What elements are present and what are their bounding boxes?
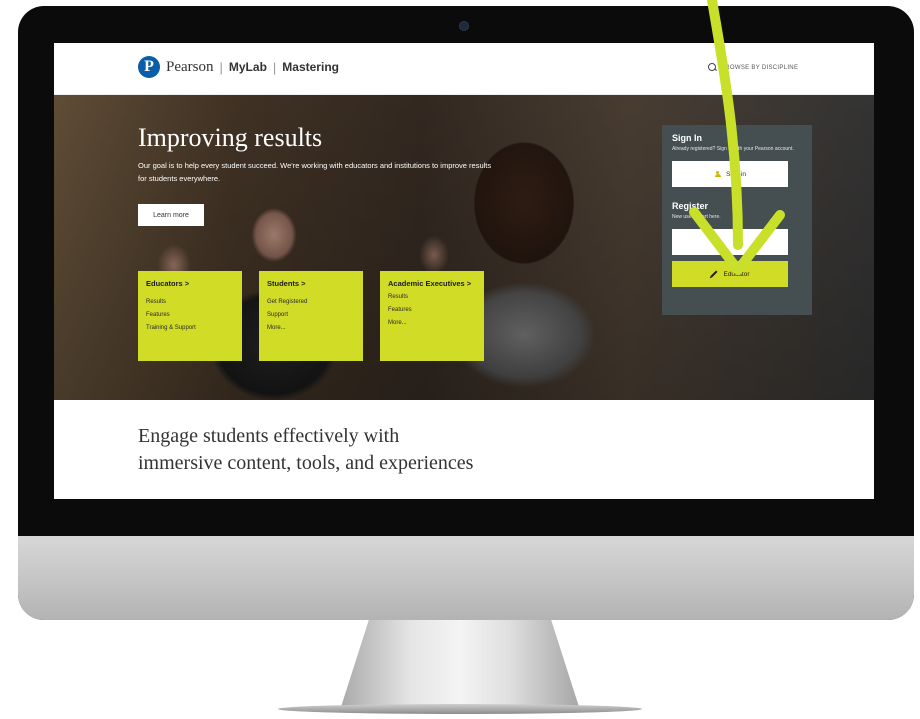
learn-more-button[interactable]: Learn more	[138, 204, 204, 226]
hero-title: Improving results	[138, 123, 323, 152]
hero-banner: Improving results Our goal is to help ev…	[54, 95, 874, 400]
product-mastering: Mastering	[282, 60, 339, 74]
brand-name: Pearson	[166, 58, 214, 75]
signin-button-label: Sign in	[726, 170, 746, 178]
educators-results-link[interactable]: Results	[146, 299, 234, 305]
educators-features-link[interactable]: Features	[146, 312, 234, 318]
executives-more-link[interactable]: More...	[388, 320, 476, 326]
students-register-link[interactable]: Get Registered	[267, 299, 355, 305]
students-support-link[interactable]: Support	[267, 312, 355, 318]
monitor-chin	[18, 536, 914, 620]
user-icon	[714, 170, 721, 178]
browse-label: BROWSE BY DISCIPLINE	[721, 64, 799, 71]
product-mylab: MyLab	[228, 60, 267, 74]
pearson-p-icon: P	[138, 56, 160, 78]
signin-description: Already registered? Sign in with your Pe…	[672, 146, 794, 152]
executives-features-link[interactable]: Features	[388, 307, 476, 313]
educator-button-label: Educator	[723, 270, 750, 278]
register-description: New user? Start here.	[672, 214, 721, 220]
students-card[interactable]: Students > Get Registered Support More..…	[259, 271, 363, 361]
signin-heading: Sign In	[672, 133, 702, 143]
students-card-title[interactable]: Students >	[267, 279, 355, 289]
monitor-frame: P Pearson | MyLab | Mastering BROWSE BY …	[18, 6, 914, 620]
register-educator-button[interactable]: Educator	[672, 261, 788, 287]
browse-by-discipline-link[interactable]: BROWSE BY DISCIPLINE	[708, 63, 798, 72]
pencil-icon	[710, 270, 719, 278]
site-header: P Pearson | MyLab | Mastering BROWSE BY …	[54, 43, 874, 95]
camera-icon	[459, 21, 469, 31]
register-student-button[interactable]	[672, 229, 788, 255]
register-heading: Register	[672, 201, 709, 211]
monitor-stand-base	[278, 704, 642, 714]
pearson-logo[interactable]: P Pearson | MyLab | Mastering	[138, 56, 339, 78]
product-separator: |	[272, 59, 277, 75]
educators-card[interactable]: Educators > Results Features Training & …	[138, 271, 242, 361]
executives-results-link[interactable]: Results	[388, 294, 476, 300]
academic-executives-card[interactable]: Academic Executives > Results Features M…	[380, 271, 484, 361]
academic-executives-card-title[interactable]: Academic Executives >	[388, 279, 476, 289]
engage-heading: Engage students effectively with immersi…	[138, 425, 474, 474]
signin-button[interactable]: Sign in	[672, 161, 788, 187]
monitor-stand	[340, 620, 580, 710]
educators-training-link[interactable]: Training & Support	[146, 325, 234, 331]
signin-panel: Sign In Already registered? Sign in with…	[662, 125, 812, 315]
brand-separator: |	[219, 59, 223, 75]
educators-card-title[interactable]: Educators >	[146, 279, 234, 289]
browser-screen: P Pearson | MyLab | Mastering BROWSE BY …	[54, 43, 874, 499]
hero-text: Improving results Our goal is to help ev…	[138, 123, 498, 185]
students-more-link[interactable]: More...	[267, 325, 355, 331]
hero-subtitle: Our goal is to help every student succee…	[138, 161, 492, 183]
search-icon	[708, 63, 717, 72]
